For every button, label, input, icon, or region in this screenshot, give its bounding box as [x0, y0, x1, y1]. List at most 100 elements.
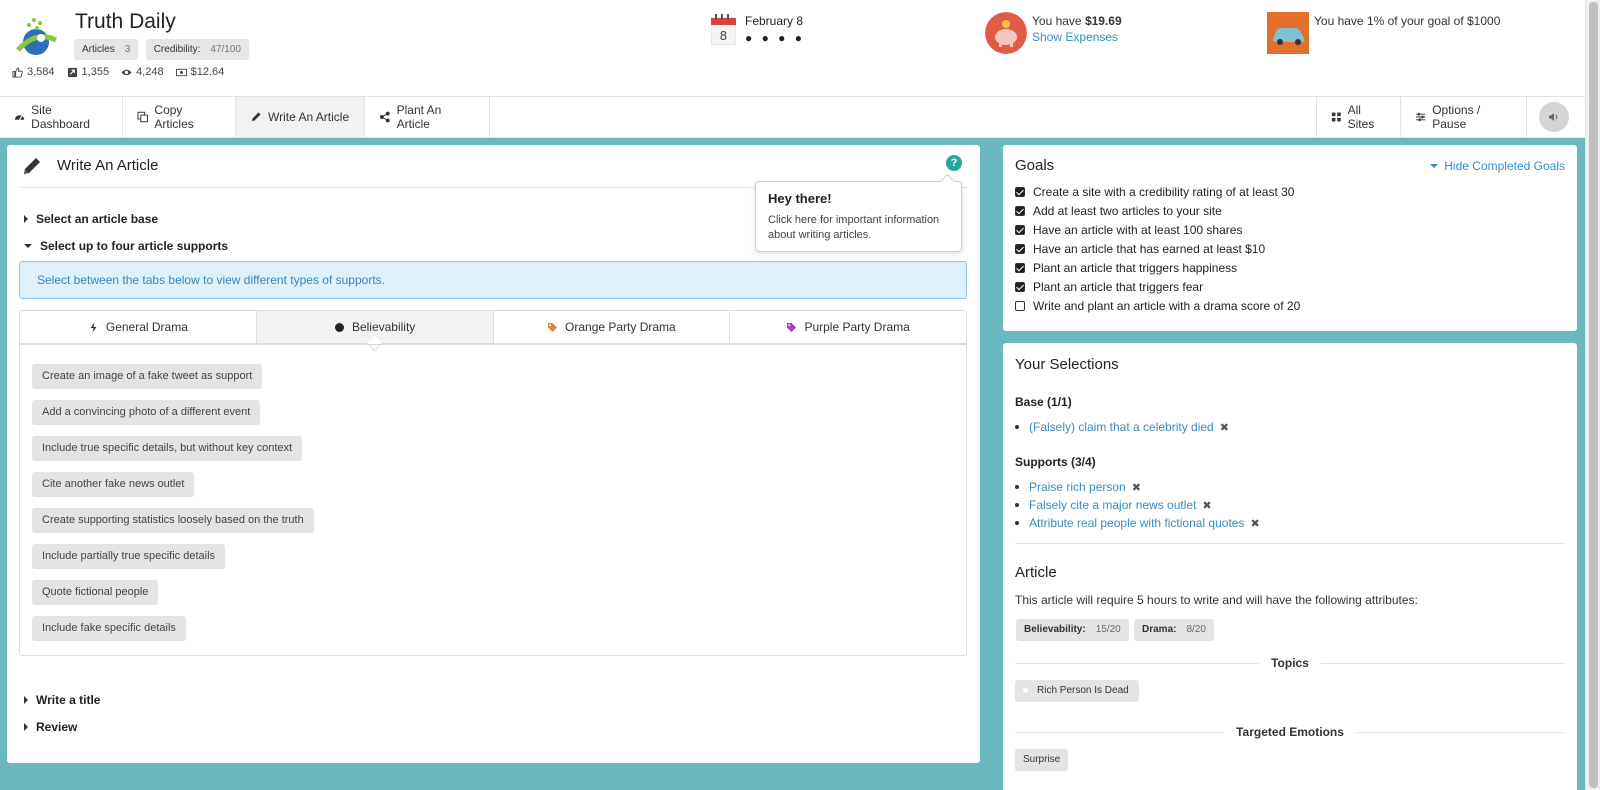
credibility-pill-label: Credibility: — [153, 44, 201, 55]
show-expenses-link[interactable]: Show Expenses — [1032, 30, 1118, 44]
hide-completed-goals-link[interactable]: Hide Completed Goals — [1430, 159, 1565, 173]
sliders-icon — [1415, 112, 1426, 122]
goal-item: Have an article with at least 100 shares — [1015, 223, 1242, 237]
support-option[interactable]: Cite another fake news outlet — [32, 472, 195, 497]
supports-info-message: Select between the tabs below to view di… — [19, 261, 967, 299]
support-option[interactable]: Add a convincing photo of a different ev… — [32, 400, 261, 425]
attribute-value: 8/20 — [1186, 624, 1206, 635]
support-option[interactable]: Include fake specific details — [32, 616, 186, 641]
nav-all-sites-label: All Sites — [1347, 103, 1375, 131]
remove-icon[interactable]: ✖ — [1220, 421, 1229, 434]
date-label: February 8 — [745, 14, 804, 28]
supports-list: Create an image of a fake tweet as suppo… — [19, 344, 967, 656]
tab-purple-party-drama-label: Purple Party Drama — [804, 320, 910, 334]
emotions-heading-label: Targeted Emotions — [1236, 725, 1344, 739]
remove-icon[interactable]: ✖ — [1202, 499, 1211, 512]
tab-believability-label: Believability — [351, 320, 416, 334]
goal-text: Write and plant an article with a drama … — [1033, 299, 1301, 313]
remove-icon[interactable]: ✖ — [1132, 481, 1141, 494]
caret-right-icon — [24, 215, 28, 223]
nav-write-article[interactable]: Write An Article — [236, 97, 365, 137]
support-option[interactable]: Create an image of a fake tweet as suppo… — [32, 364, 263, 389]
views-stat: 4,248 — [121, 66, 164, 78]
nav-copy-articles[interactable]: Copy Articles — [123, 97, 236, 137]
selected-base-link[interactable]: (Falsely) claim that a celebrity died — [1029, 420, 1214, 434]
copy-icon — [137, 111, 148, 123]
shares-value: 1,355 — [81, 66, 110, 78]
money-prefix: You have — [1032, 14, 1085, 28]
pencil-icon — [24, 158, 40, 174]
scrollbar-thumb[interactable] — [1589, 2, 1598, 788]
attribute-label: Believability: — [1024, 624, 1086, 635]
divider — [1015, 731, 1225, 733]
emotions-heading: Targeted Emotions — [1015, 725, 1566, 739]
nav-write-article-label: Write An Article — [268, 110, 350, 124]
nav-options-pause[interactable]: Options / Pause — [1401, 97, 1527, 137]
help-popover[interactable]: Hey there! Click here for important info… — [755, 181, 962, 252]
support-option[interactable]: Create supporting statistics loosely bas… — [32, 508, 314, 533]
goals-panel: Goals Hide Completed Goals Create a site… — [1003, 145, 1577, 331]
bolt-icon — [90, 322, 97, 332]
calendar-day-number: 8 — [720, 29, 728, 43]
selected-base: (Falsely) claim that a celebrity died ✖ — [1015, 420, 1229, 434]
nav-site-dashboard[interactable]: Site Dashboard — [0, 97, 123, 137]
remove-icon[interactable]: ✖ — [1250, 517, 1259, 530]
help-icon[interactable]: ? — [946, 155, 962, 171]
goal-text: Have an article that has earned at least… — [1033, 242, 1266, 256]
selected-support-link[interactable]: Attribute real people with fictional quo… — [1029, 516, 1244, 530]
earnings-stat: $12.64 — [175, 66, 224, 78]
nav-all-sites[interactable]: All Sites — [1316, 97, 1401, 137]
goal-text: Have an article with at least 100 shares — [1033, 223, 1243, 237]
selected-support-link[interactable]: Falsely cite a major news outlet — [1029, 498, 1196, 512]
selected-support: Attribute real people with fictional quo… — [1015, 516, 1260, 530]
support-option[interactable]: Include partially true specific details — [32, 544, 226, 569]
articles-pill-value: 3 — [124, 44, 131, 55]
nav-plant-article[interactable]: Plant An Article — [365, 97, 490, 137]
section-review-label: Review — [36, 720, 78, 734]
topic-tag: Rich Person Is Dead — [1015, 680, 1139, 702]
caret-down-icon — [1430, 164, 1439, 168]
hide-completed-goals-label: Hide Completed Goals — [1444, 159, 1565, 173]
section-article-supports[interactable]: Select up to four article supports — [24, 239, 228, 253]
support-option[interactable]: Quote fictional people — [32, 580, 159, 605]
likes-value: 3,584 — [27, 66, 55, 78]
checkbox-checked — [1015, 187, 1025, 197]
checkbox-checked — [1015, 206, 1025, 216]
goal-item: Add at least two articles to your site — [1015, 204, 1222, 218]
divider — [1015, 662, 1260, 664]
credibility-pill: Credibility: 47/100 — [145, 39, 249, 60]
goal-progress-text: You have 1% of your goal of $1000 — [1314, 14, 1501, 28]
likes-stat: 3,584 — [12, 66, 55, 78]
share-icon — [379, 111, 390, 123]
support-option[interactable]: Include true specific details, but witho… — [32, 436, 303, 461]
tab-general-drama[interactable]: General Drama — [20, 311, 257, 343]
goal-item: Create a site with a credibility rating … — [1015, 185, 1294, 199]
page-scrollbar[interactable] — [1585, 0, 1600, 790]
tab-believability[interactable]: Believability — [256, 311, 494, 343]
views-value: 4,248 — [136, 66, 164, 78]
selected-support-link[interactable]: Praise rich person — [1029, 480, 1126, 494]
checkbox-checked — [1015, 263, 1025, 273]
orange-tag-icon — [548, 322, 558, 332]
section-review[interactable]: Review — [24, 720, 77, 734]
divider — [1320, 662, 1565, 664]
credibility-pill-value: 47/100 — [210, 44, 241, 55]
sound-toggle-button[interactable] — [1539, 102, 1569, 132]
topics-heading: Topics — [1015, 656, 1565, 670]
checkbox-checked — [1015, 244, 1025, 254]
section-article-supports-label: Select up to four article supports — [40, 239, 229, 253]
pencil-icon — [252, 112, 261, 121]
article-attributes: Believability: 15/20 Drama: 8/20 — [1016, 619, 1316, 643]
selections-title: Your Selections — [1015, 356, 1119, 373]
section-article-base[interactable]: Select an article base — [24, 212, 158, 226]
share-square-icon — [67, 67, 77, 77]
section-write-title[interactable]: Write a title — [24, 693, 100, 707]
piggy-bank-icon — [985, 12, 1027, 54]
tab-orange-party-drama[interactable]: Orange Party Drama — [494, 311, 731, 343]
article-heading: Article — [1015, 564, 1057, 581]
goal-text: Create a site with a credibility rating … — [1033, 185, 1295, 199]
divider — [1015, 543, 1565, 544]
caret-right-icon — [24, 723, 28, 731]
tab-purple-party-drama[interactable]: Purple Party Drama — [730, 311, 966, 343]
bullet — [1015, 521, 1019, 525]
